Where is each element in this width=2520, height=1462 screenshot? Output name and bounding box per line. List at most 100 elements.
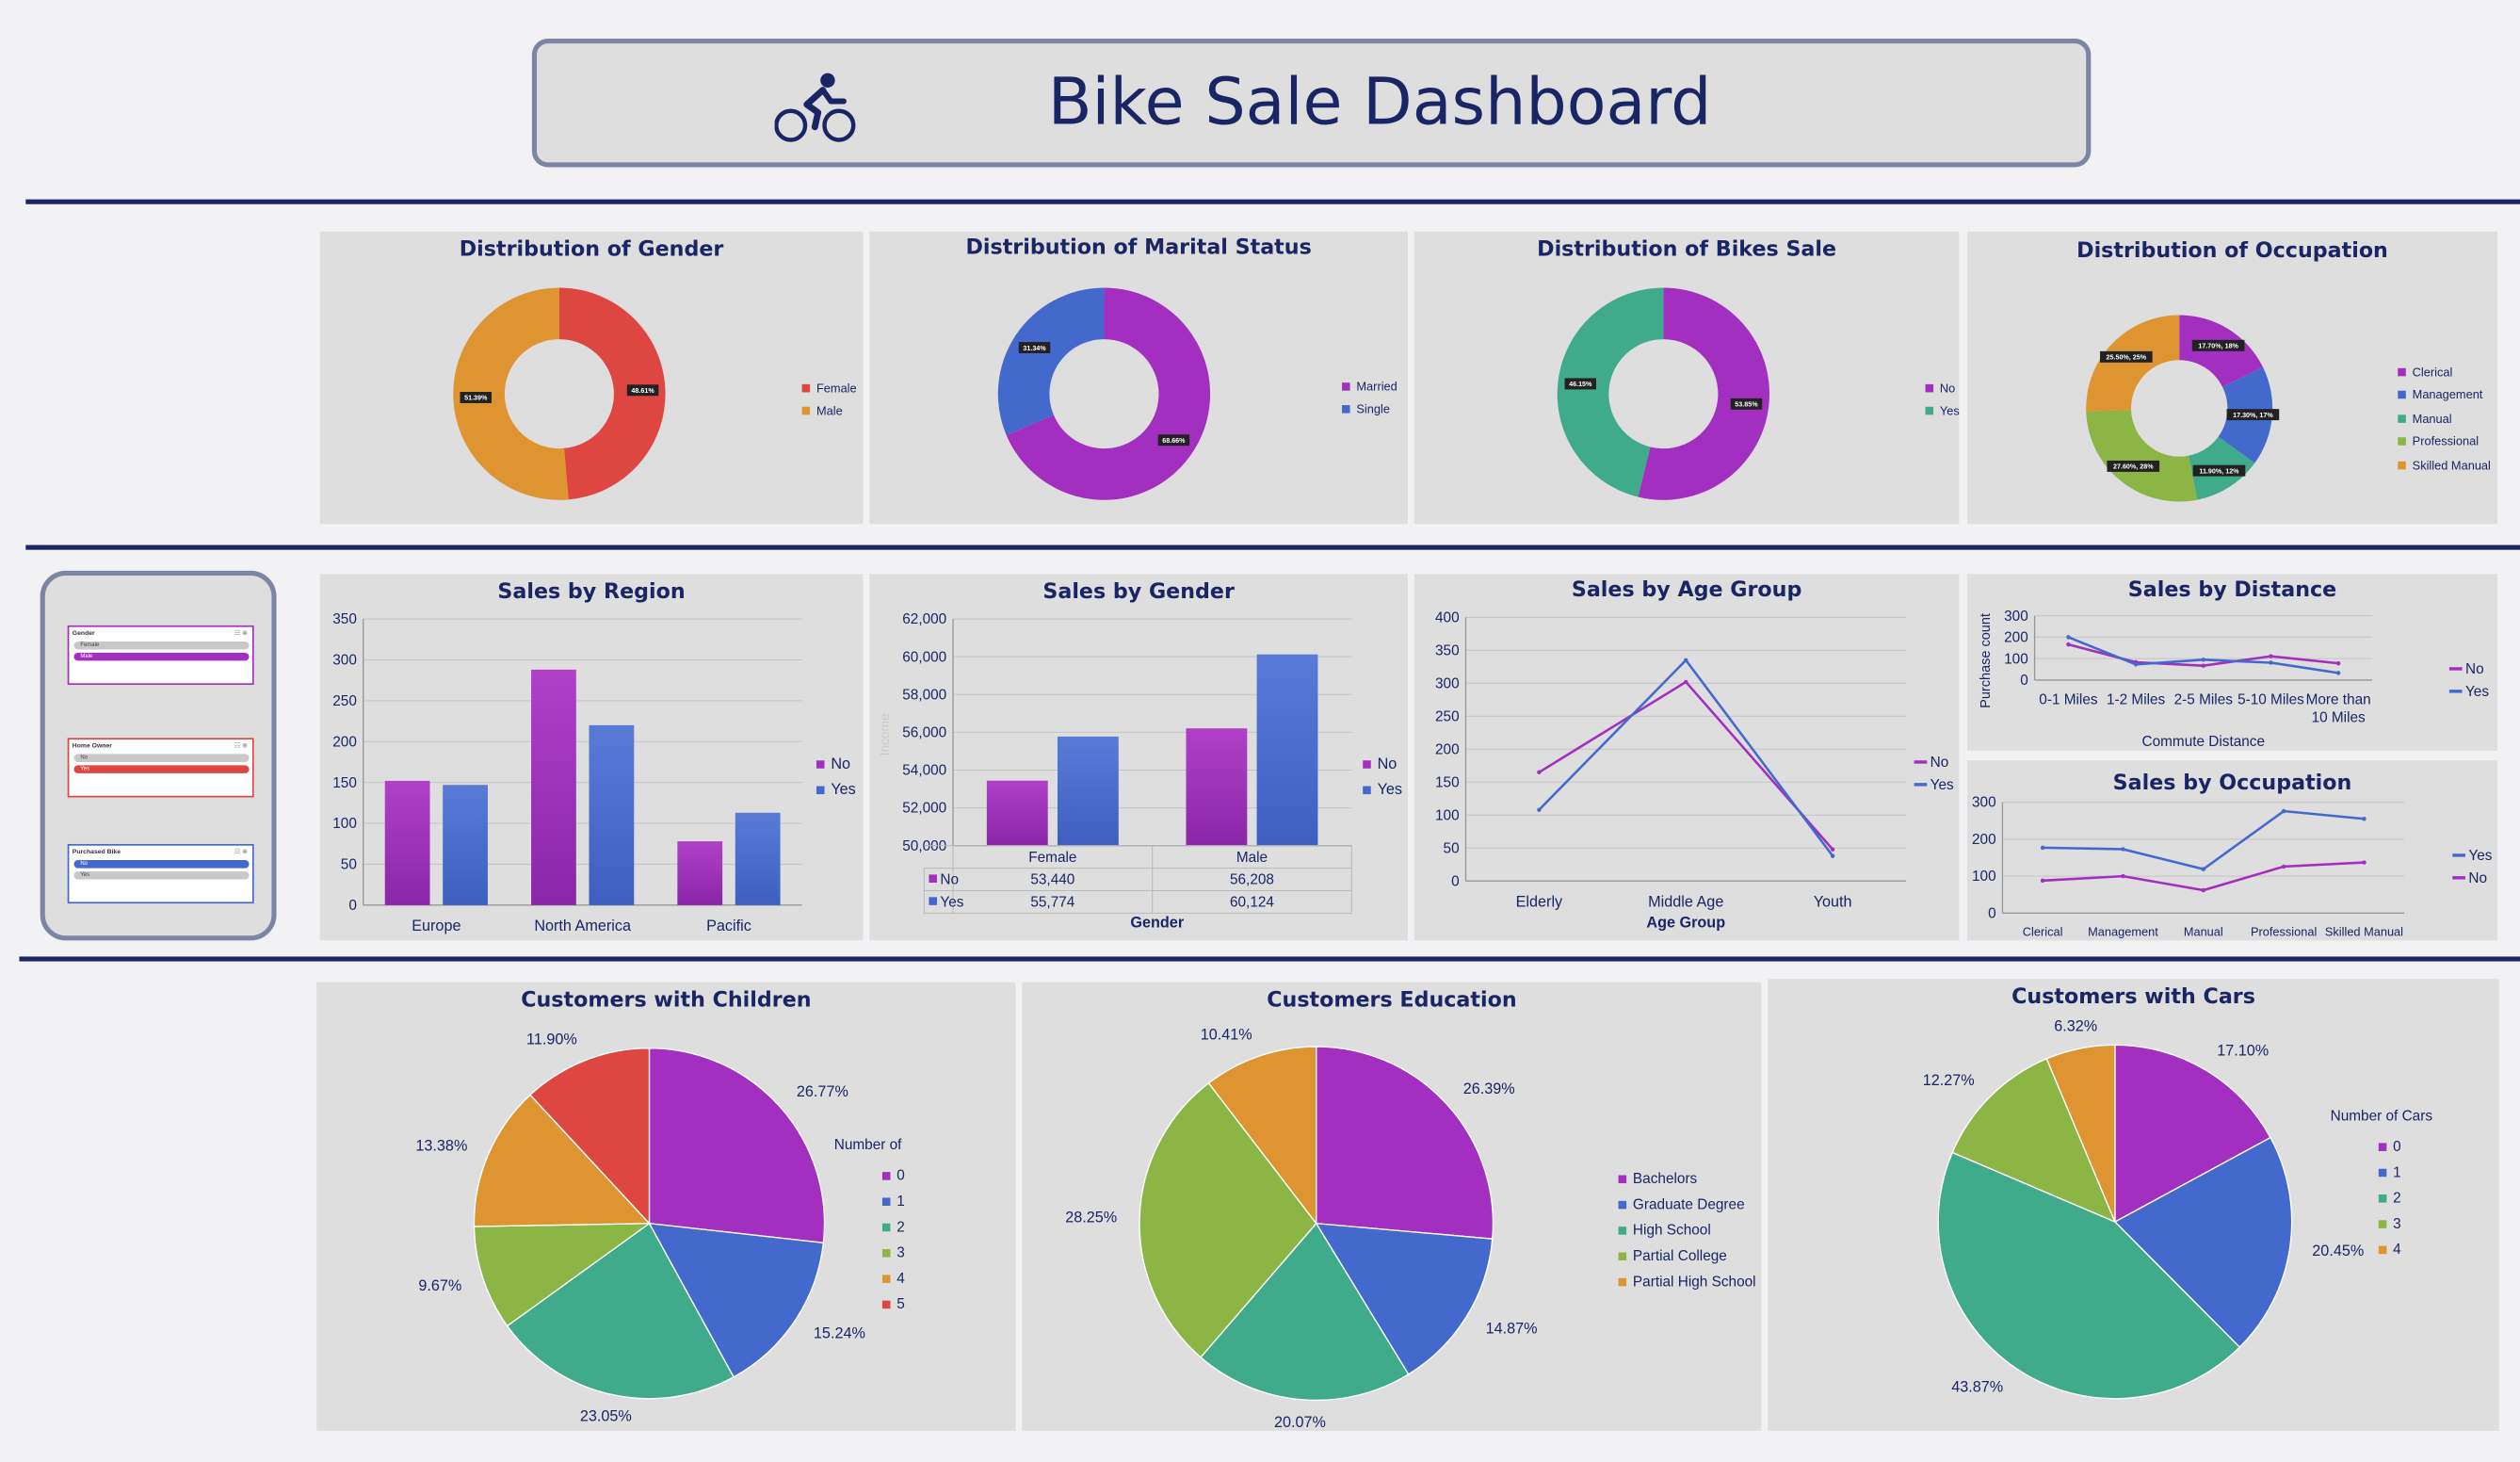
- legend-swatch: [881, 1274, 891, 1283]
- data-point: [2066, 642, 2071, 647]
- data-label-box: 46.15%: [1564, 378, 1596, 390]
- y-tick-label: 300: [2004, 609, 2028, 625]
- bar: [443, 785, 488, 905]
- x-tick-label: Pacific: [706, 918, 751, 934]
- x-tick-label: Manual: [2184, 924, 2223, 938]
- legend-swatch: [2378, 1244, 2387, 1254]
- bar: [735, 812, 781, 905]
- table-cell: 53,440: [1030, 872, 1074, 888]
- legend-item: Partial High School: [1618, 1269, 1756, 1294]
- x-tick-line: 10 Miles: [2312, 709, 2366, 725]
- data-label-box: 27.60%, 28%: [2107, 460, 2160, 472]
- legend-label: 4: [2393, 1241, 2401, 1258]
- data-label: 46.15%: [1569, 381, 1592, 388]
- x-tick-label: Clerical: [2023, 924, 2063, 938]
- legend-item: Bachelors: [1618, 1165, 1756, 1191]
- slicer-item[interactable]: Male: [73, 652, 250, 661]
- legend-item: Management: [2398, 383, 2491, 407]
- data-label-box: 51.39%: [460, 392, 492, 403]
- divider: [19, 956, 2520, 962]
- chart-legend: No Yes: [2448, 658, 2489, 703]
- x-axis-title: Age Group: [1646, 915, 1725, 932]
- data-point: [1830, 853, 1835, 858]
- y-tick-label: 300: [332, 653, 357, 669]
- slicer-home-owner[interactable]: Home Owner ☷ ⊗ No Yes: [67, 738, 254, 798]
- slicer-item[interactable]: Female: [73, 641, 250, 650]
- clear-filter-icon[interactable]: ☷ ⊗: [234, 847, 248, 855]
- data-point: [2201, 658, 2206, 662]
- chart-svg: 53.85% 46.15%: [1557, 287, 1769, 500]
- legend-label: Yes: [1939, 403, 1960, 419]
- slicer-purchased-bike[interactable]: Purchased Bike ☷ ⊗ No Yes: [67, 843, 254, 904]
- chart-panel: Customers with Cars 17.10% 20.45% 43.87% 12.…: [1768, 979, 2499, 1431]
- legend-item: 5: [881, 1291, 905, 1316]
- data-label: 51.39%: [464, 395, 488, 402]
- x-tick-label: 1-2 Miles: [2107, 692, 2166, 708]
- legend-item: No: [2452, 867, 2492, 889]
- title-banner: Bike Sale Dashboard: [531, 38, 2092, 168]
- data-label-box: 11.90%, 12%: [2192, 464, 2246, 477]
- data-point: [2335, 671, 2341, 675]
- slicer-item[interactable]: No: [73, 860, 250, 869]
- bar: [1256, 654, 1318, 846]
- chart-panel: Customers with Children 26.77% 15.24% 23.05…: [316, 982, 1016, 1431]
- legend-swatch: [816, 786, 825, 795]
- legend-item: No: [2448, 658, 2489, 680]
- legend-label: Skilled Manual: [2412, 457, 2491, 473]
- x-tick-label: Middle Age: [1648, 894, 1723, 911]
- legend-swatch: [2452, 876, 2465, 880]
- chart-legend: Number of Cars 0 1 2 3 4: [2331, 1108, 2432, 1262]
- bar: [531, 669, 576, 905]
- y-tick-label: 400: [1435, 609, 1460, 625]
- y-tick-label: 350: [1435, 642, 1460, 658]
- legend-item: 3: [2378, 1210, 2432, 1236]
- data-label-box: 17.70%, 18%: [2191, 339, 2245, 351]
- legend-item: Yes: [2448, 680, 2489, 703]
- chart-legend: No Yes: [1914, 751, 1954, 796]
- legend-swatch: [2378, 1194, 2387, 1202]
- data-label-box: 25.50%, 25%: [2099, 350, 2153, 363]
- data-label: 48.61%: [631, 387, 654, 395]
- legend-label: No: [1930, 754, 1949, 771]
- data-label: 14.87%: [1486, 1320, 1538, 1337]
- legend-swatch: [1618, 1174, 1627, 1183]
- legend-label: Manual: [2412, 411, 2452, 426]
- legend-swatch: [2448, 667, 2463, 671]
- chart-panel: Sales by Region 0 50 100 150 200 250 300 350 Euro…: [319, 574, 864, 941]
- data-point: [1537, 770, 1542, 774]
- slicer-gender[interactable]: Gender ☷ ⊗ Female Male: [67, 625, 254, 686]
- divider: [25, 199, 2520, 204]
- data-label: 68.66%: [1162, 437, 1186, 445]
- chart-legend: Bachelors Graduate Degree High School Parti…: [1618, 1165, 1756, 1294]
- legend-item: No: [1925, 376, 1960, 399]
- y-tick-label: 58,000: [902, 687, 946, 703]
- legend-label: Single: [1356, 402, 1390, 417]
- legend-label: Yes: [831, 781, 856, 800]
- slicer-item[interactable]: Yes: [73, 765, 250, 773]
- legend-item: 1: [2378, 1159, 2432, 1184]
- bar: [986, 780, 1048, 846]
- data-point: [2133, 662, 2139, 667]
- clear-filter-icon[interactable]: ☷ ⊗: [234, 741, 248, 750]
- chart-legend: No Yes: [1363, 751, 1402, 804]
- clear-filter-icon[interactable]: ☷ ⊗: [234, 628, 248, 637]
- legend-label: Yes: [2468, 847, 2493, 864]
- slicer-item[interactable]: No: [73, 754, 250, 762]
- y-tick-label: 100: [332, 816, 357, 832]
- chart-panel: Customers Education 26.39% 14.87% 20.07% 28.…: [1022, 982, 1762, 1431]
- legend-swatch: [2448, 690, 2463, 693]
- data-label: 17.10%: [2217, 1042, 2269, 1059]
- chart-svg: 68.66% 31.34%: [997, 287, 1211, 500]
- x-tick-label: Europe: [412, 918, 460, 934]
- legend-label: No: [2468, 869, 2488, 886]
- y-tick-label: 300: [1972, 795, 1996, 811]
- y-tick-label: 50,000: [902, 838, 946, 854]
- data-point: [2121, 847, 2125, 852]
- y-tick-label: 250: [1435, 708, 1460, 724]
- x-tick-label: 5-10 Miles: [2237, 692, 2304, 708]
- data-label: 12.27%: [1923, 1072, 1975, 1089]
- data-label: 53.85%: [1735, 401, 1758, 409]
- slicer-item[interactable]: Yes: [73, 870, 250, 880]
- legend-item: 1: [881, 1188, 905, 1213]
- data-label-box: 53.85%: [1730, 398, 1763, 410]
